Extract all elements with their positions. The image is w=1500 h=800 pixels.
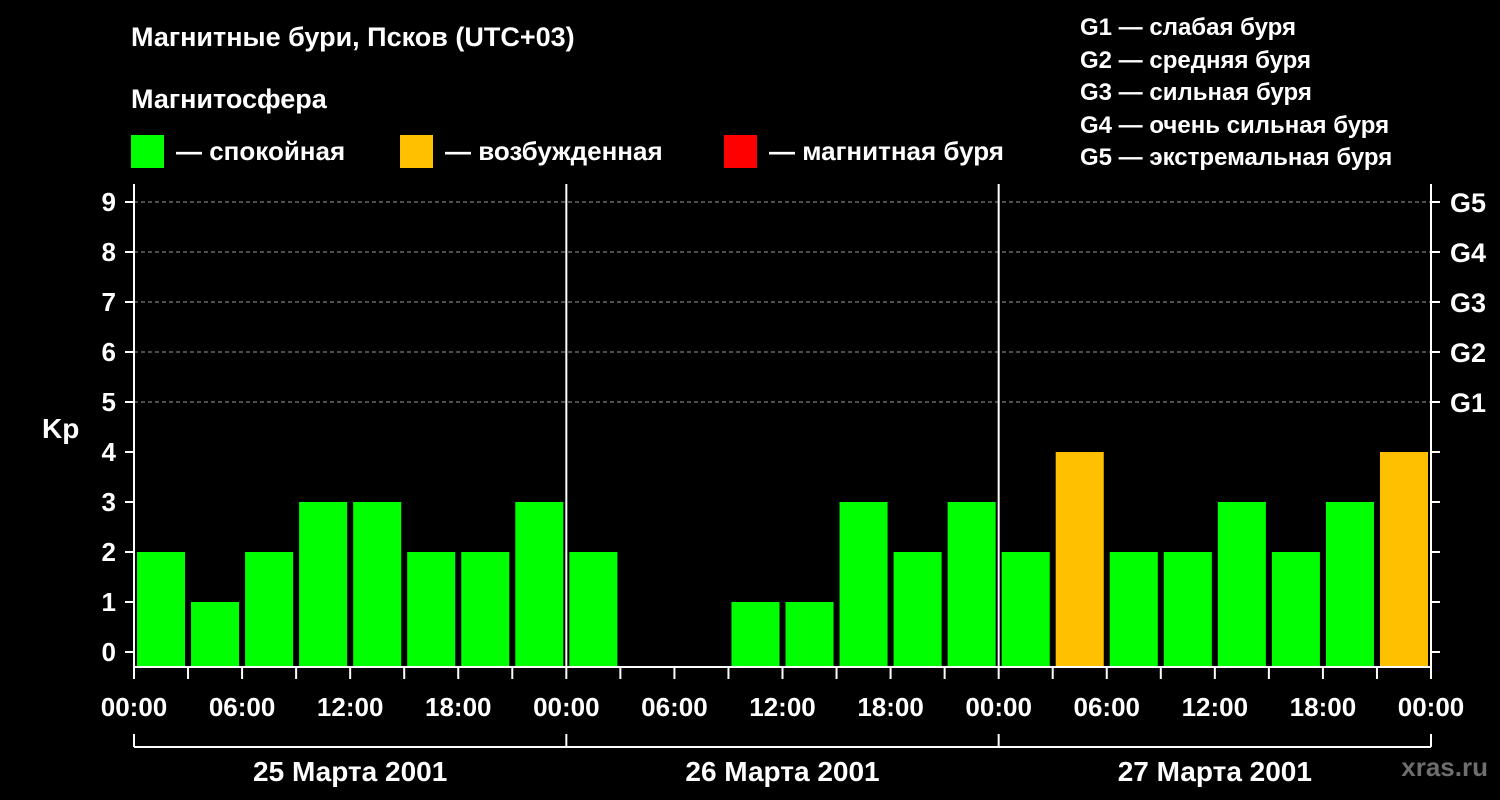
y-tick-label: 4 [102, 437, 117, 467]
kp-bar [839, 502, 888, 667]
x-tick-label: 18:00 [857, 692, 924, 722]
kp-bar [299, 502, 348, 667]
x-tick-label: 18:00 [1290, 692, 1357, 722]
kp-bar-chart: 0 1 2 3 4 5 6 7 8 9 G1 G2 G3 G4 G5 Kp 00:00 06:00 12:00 18:… [42, 184, 1486, 787]
y-tick-label: 0 [102, 637, 116, 667]
x-tick-label: 06:00 [641, 692, 708, 722]
g-level-label: G5 [1450, 188, 1486, 218]
y-tick-label: 7 [102, 287, 116, 317]
y-tick-label: 5 [102, 387, 116, 417]
kp-bar [407, 552, 456, 667]
y-tick-label: 1 [102, 587, 116, 617]
day-label: 27 Марта 2001 [1118, 756, 1312, 787]
x-tick-label: 00:00 [101, 692, 168, 722]
y-axis-label: Kp [42, 413, 79, 444]
kp-bar [461, 552, 510, 667]
x-tick-label: 00:00 [1398, 692, 1465, 722]
day-label: 26 Марта 2001 [685, 756, 879, 787]
x-tick-label: 12:00 [749, 692, 816, 722]
y-tick-label: 2 [102, 537, 116, 567]
x-tick-label: 00:00 [965, 692, 1032, 722]
x-tick-label: 06:00 [1074, 692, 1141, 722]
kp-bar [1217, 502, 1266, 667]
x-tick-label: 12:00 [317, 692, 384, 722]
kp-bar [1379, 452, 1428, 667]
y-tick-label: 9 [102, 187, 116, 217]
g-level-label: G4 [1450, 238, 1486, 268]
kp-bar [947, 502, 996, 667]
y-tick-label: 6 [102, 337, 116, 367]
kp-bar [245, 552, 294, 667]
kp-bar [353, 502, 402, 667]
day-label: 25 Марта 2001 [253, 756, 447, 787]
kp-bar [1109, 552, 1158, 667]
kp-bar [191, 602, 240, 667]
kp-bar [569, 552, 618, 667]
g-level-label: G3 [1450, 288, 1486, 318]
kp-bar [1163, 552, 1212, 667]
kp-bar [785, 602, 834, 667]
x-tick-label: 18:00 [425, 692, 492, 722]
g-level-label: G1 [1450, 388, 1486, 418]
y-tick-label: 3 [102, 487, 116, 517]
x-tick-label: 00:00 [533, 692, 600, 722]
kp-bar [137, 552, 186, 667]
x-tick-label: 12:00 [1182, 692, 1249, 722]
kp-bar [731, 602, 780, 667]
kp-bar [893, 552, 942, 667]
brand-watermark: xras.ru [1401, 752, 1488, 782]
kp-bar [1055, 452, 1104, 667]
kp-bar [515, 502, 564, 667]
y-tick-label: 8 [102, 237, 116, 267]
x-tick-label: 06:00 [209, 692, 276, 722]
kp-bar [1325, 502, 1374, 667]
g-level-label: G2 [1450, 338, 1486, 368]
kp-bar [1001, 552, 1050, 667]
kp-bar [1271, 552, 1320, 667]
